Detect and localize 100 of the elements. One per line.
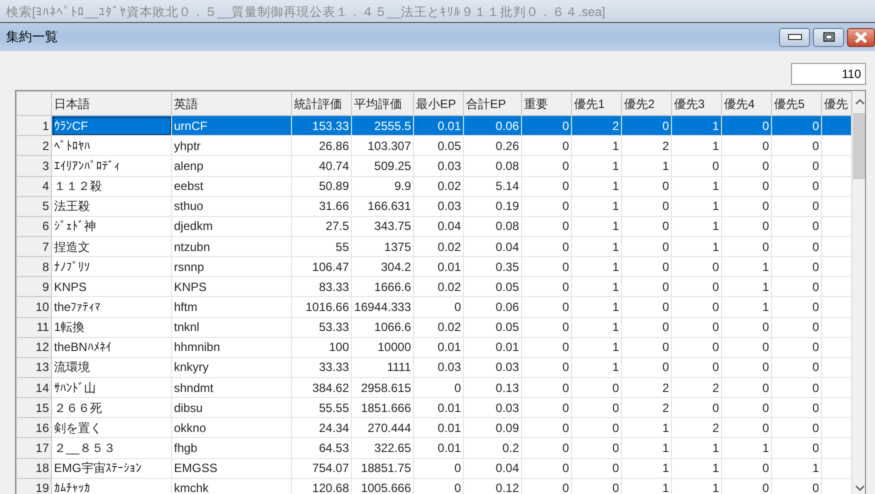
scroll-up-icon[interactable] <box>855 97 865 107</box>
row-number[interactable]: 10 <box>16 296 52 318</box>
table-cell: 1 <box>572 136 622 156</box>
row-number[interactable]: 11 <box>16 317 52 338</box>
table-cell: 1851.666 <box>352 398 414 418</box>
table-cell: ｴｲﾘｱﾝﾊﾟﾛﾃﾞｨ <box>52 156 172 176</box>
row-number[interactable]: 5 <box>16 196 52 216</box>
row-number[interactable]: 1 <box>16 116 52 136</box>
table-cell: 0 <box>572 458 622 478</box>
table-cell: 2958.615 <box>352 378 414 398</box>
table-cell: ２６６死 <box>52 398 172 418</box>
table-cell: 0.02 <box>414 317 464 338</box>
table-cell: 0 <box>772 357 822 378</box>
table-cell: 0.2 <box>464 438 522 458</box>
close-icon <box>854 32 868 42</box>
table-cell: 1 <box>622 438 672 458</box>
table-cell: 0 <box>522 176 572 196</box>
table-cell: 55 <box>292 236 352 257</box>
table-cell: 0 <box>522 256 572 277</box>
table-cell: 0.02 <box>414 176 464 196</box>
column-header[interactable]: 優先 <box>822 92 852 116</box>
table-cell: 0 <box>672 156 722 176</box>
maximize-button[interactable] <box>813 28 844 46</box>
table-cell: 0.02 <box>414 276 464 297</box>
table-cell: 24.34 <box>292 418 352 438</box>
table-cell: knkyry <box>172 357 292 378</box>
table-cell: EMGSS <box>172 458 292 478</box>
table-cell: 0.01 <box>414 438 464 458</box>
row-number[interactable]: 13 <box>16 357 52 378</box>
scrollbar-thumb[interactable] <box>853 113 865 179</box>
table-cell: 0.09 <box>464 418 522 438</box>
scroll-down-icon[interactable] <box>855 483 865 493</box>
column-header[interactable]: 優先2 <box>622 92 672 116</box>
table-cell: 18851.75 <box>352 458 414 478</box>
table-cell: 50.89 <box>292 176 352 196</box>
table-cell: 0 <box>414 378 464 398</box>
table-cell: 322.65 <box>352 438 414 458</box>
column-header[interactable]: 平均評価 <box>352 92 414 116</box>
count-field[interactable]: 110 <box>791 63 866 85</box>
column-header[interactable]: 最小EP <box>414 92 464 116</box>
table-cell: 0.03 <box>414 357 464 378</box>
table-cell: 384.62 <box>292 378 352 398</box>
table-cell: 2 <box>622 136 672 156</box>
table-cell: ﾅﾉﾌﾟﾘｿ <box>52 256 172 277</box>
table-cell: 0 <box>622 236 672 257</box>
row-number[interactable]: 19 <box>16 478 52 494</box>
table-cell: 0.03 <box>414 196 464 216</box>
column-header[interactable]: 優先5 <box>772 92 822 116</box>
table-cell: 0 <box>672 256 722 277</box>
row-number[interactable]: 14 <box>16 378 52 398</box>
row-number[interactable]: 2 <box>16 136 52 156</box>
row-number[interactable]: 7 <box>16 236 52 257</box>
table-cell: 流環境 <box>52 357 172 378</box>
row-number[interactable]: 18 <box>16 458 52 478</box>
table-cell: 0 <box>622 317 672 338</box>
table-cell: 16944.333 <box>352 296 414 318</box>
column-header[interactable]: 優先1 <box>572 92 622 116</box>
row-number[interactable]: 9 <box>16 276 52 297</box>
table-cell: 0 <box>772 236 822 257</box>
scrollbar[interactable] <box>852 91 865 494</box>
row-number[interactable]: 17 <box>16 438 52 458</box>
column-header[interactable]: 英語 <box>172 92 292 116</box>
table-cell: okkno <box>172 418 292 438</box>
column-header[interactable]: 重要 <box>522 92 572 116</box>
table-cell: 509.25 <box>352 156 414 176</box>
maximize-icon <box>822 32 834 42</box>
table-cell: 31.66 <box>292 196 352 216</box>
row-number[interactable]: 16 <box>16 418 52 438</box>
table-cell: ２__８５３ <box>52 438 172 458</box>
table-cell: 1 <box>722 276 772 297</box>
table-cell: 0 <box>414 296 464 318</box>
table-cell: 0 <box>722 458 772 478</box>
table-cell: 1 <box>572 236 622 257</box>
close-button[interactable] <box>847 28 875 46</box>
row-number[interactable]: 12 <box>16 337 52 358</box>
table-cell: 0 <box>522 296 572 318</box>
table-cell: KNPS <box>172 276 292 297</box>
table-cell: 1375 <box>352 236 414 257</box>
table-cell: 1 <box>572 176 622 196</box>
row-number[interactable]: 3 <box>16 156 52 176</box>
table-cell: 捏造文 <box>52 236 172 257</box>
table-cell: 0 <box>622 196 672 216</box>
table-cell: 0 <box>572 438 622 458</box>
column-header[interactable]: 合計EP <box>464 92 522 116</box>
row-number[interactable]: 8 <box>16 256 52 277</box>
table-cell: 2 <box>672 418 722 438</box>
column-header[interactable]: 日本語 <box>52 92 172 116</box>
column-header[interactable]: 統計評価 <box>292 92 352 116</box>
table-cell: ｻﾊﾝﾄﾞ山 <box>52 378 172 398</box>
table-cell: 0 <box>722 156 772 176</box>
row-number[interactable]: 6 <box>16 216 52 237</box>
column-header[interactable]: 優先3 <box>672 92 722 116</box>
row-number[interactable]: 15 <box>16 398 52 418</box>
table-cell: 0 <box>522 337 572 358</box>
table-cell: １１２殺 <box>52 176 172 196</box>
minimize-button[interactable] <box>779 28 810 46</box>
column-header[interactable]: 優先4 <box>722 92 772 116</box>
row-number[interactable]: 4 <box>16 176 52 196</box>
table-cell: 0.01 <box>414 116 464 136</box>
table-cell: 0.01 <box>414 256 464 277</box>
